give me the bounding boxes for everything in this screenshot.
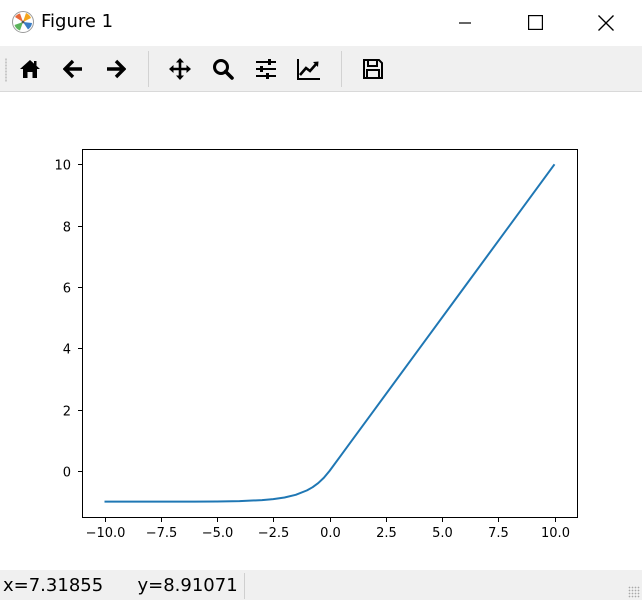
toolbar-separator (341, 51, 342, 87)
sliders-icon (255, 58, 277, 80)
y-tick-label: 8 (63, 221, 71, 236)
x-tick-label: −5.0 (202, 526, 234, 541)
pan-button[interactable] (164, 53, 196, 85)
figure-canvas[interactable]: −10.0 −7.5 −5.0 −2.5 0.0 2.5 5.0 7.5 10.0 0 2 4 6 8 10 (0, 93, 642, 570)
save-icon (362, 58, 384, 80)
toolbar-grip[interactable] (5, 58, 7, 82)
y-tick-label: 6 (63, 282, 71, 297)
toolbar-separator (148, 51, 149, 87)
magnifier-icon (212, 58, 234, 80)
back-button[interactable] (57, 53, 89, 85)
y-tick-label: 10 (54, 159, 71, 174)
series-line (104, 163, 556, 503)
arrow-right-icon (106, 59, 126, 79)
customize-button[interactable] (293, 53, 325, 85)
figure-window: Figure 1 −10.0 −7.5 −5.0 −2.5 0.0 2.5 5.… (0, 0, 642, 600)
navigation-toolbar (0, 46, 642, 92)
maximize-button[interactable] (512, 0, 558, 45)
subplots-button[interactable] (250, 53, 282, 85)
zoom-button[interactable] (207, 53, 239, 85)
y-tick-label: 4 (63, 343, 71, 358)
save-button[interactable] (357, 53, 389, 85)
line-chart-icon (297, 58, 321, 80)
forward-button[interactable] (100, 53, 132, 85)
axes-frame (82, 149, 578, 518)
x-tick-label: −7.5 (146, 526, 178, 541)
home-button[interactable] (14, 53, 46, 85)
arrow-left-icon (63, 59, 83, 79)
x-tick-label: −2.5 (258, 526, 290, 541)
minimize-icon (459, 17, 471, 29)
window-title: Figure 1 (41, 11, 114, 32)
x-tick-label: 5.0 (432, 526, 453, 541)
title-bar[interactable]: Figure 1 (0, 0, 642, 45)
minimize-button[interactable] (442, 0, 488, 45)
y-tick-label: 2 (63, 405, 71, 420)
resize-grip[interactable] (628, 586, 640, 598)
close-icon (598, 14, 614, 31)
home-icon (19, 59, 41, 79)
cursor-coordinates: x=7.31855 y=8.91071 (3, 575, 238, 596)
x-tick-label: 7.5 (488, 526, 509, 541)
close-button[interactable] (583, 0, 629, 45)
x-tick-label: 0.0 (320, 526, 341, 541)
matplotlib-icon (11, 10, 35, 34)
x-tick-label: 2.5 (376, 526, 397, 541)
line-chart: −10.0 −7.5 −5.0 −2.5 0.0 2.5 5.0 7.5 10.0 0 2 4 6 8 10 (54, 149, 578, 541)
move-icon (168, 57, 192, 81)
y-tick-label: 0 (63, 466, 71, 481)
status-bar: x=7.31855 y=8.91071 (0, 570, 642, 600)
x-tick-label: 10.0 (541, 526, 570, 541)
maximize-icon (527, 15, 543, 30)
x-tick-label: −10.0 (86, 526, 126, 541)
status-separator (244, 573, 245, 599)
